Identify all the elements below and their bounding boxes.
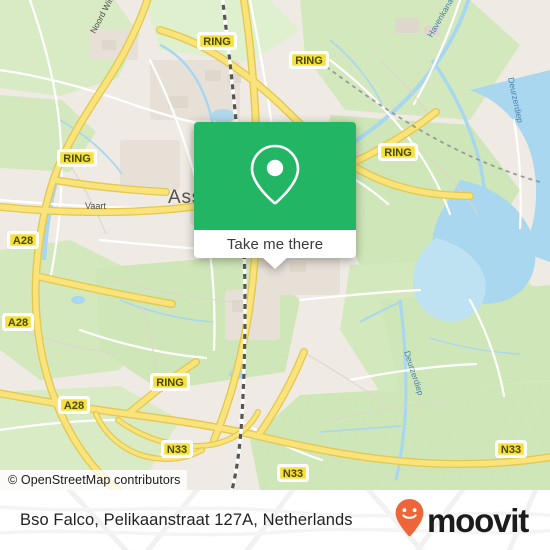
svg-text:A28: A28 — [13, 235, 33, 247]
take-me-there-label: Take me there — [226, 235, 324, 253]
popup-action-area[interactable]: Take me there — [194, 230, 356, 269]
osm-attribution[interactable]: © OpenStreetMap contributors — [0, 470, 187, 490]
svg-text:N33: N33 — [167, 444, 187, 456]
moovit-wordmark: moovit — [427, 501, 529, 539]
svg-text:A28: A28 — [8, 317, 28, 329]
road-shield-n33: N33 — [161, 440, 193, 458]
road-shield-ring: RING — [197, 32, 237, 50]
destination-popup-card[interactable]: Take me there — [194, 122, 356, 269]
road-shield-a28: A28 — [58, 396, 90, 414]
svg-text:RING: RING — [203, 36, 231, 48]
road-shield-a28: A28 — [7, 231, 39, 249]
svg-text:RING: RING — [63, 153, 91, 165]
road-shield-n33: N33 — [277, 464, 309, 482]
moovit-smiley-pin-icon — [394, 498, 425, 543]
osm-attribution-text: © OpenStreetMap contributors — [8, 473, 181, 487]
place-title: Bso Falco, Pelikaanstraat 127A, Netherla… — [20, 510, 353, 529]
svg-text:N33: N33 — [501, 444, 521, 456]
map-label: Vaart — [85, 201, 106, 211]
svg-text:RING: RING — [295, 55, 323, 67]
popup-pointer-tail — [262, 257, 288, 269]
svg-text:RING: RING — [156, 377, 184, 389]
road-shield-a28: A28 — [2, 313, 34, 331]
svg-text:A28: A28 — [64, 400, 84, 412]
footer-bar: Bso Falco, Pelikaanstraat 127A, Netherla… — [0, 490, 550, 550]
svg-text:RING: RING — [384, 147, 412, 159]
svg-text:N33: N33 — [283, 468, 303, 480]
moovit-logo[interactable]: moovit — [394, 498, 529, 543]
road-shield-ring: RING — [289, 51, 329, 69]
road-shield-ring: RING — [378, 143, 418, 161]
map-pin-icon — [247, 142, 303, 211]
moovit-map-screenshot: Noord Willemskanaal Vaart Havenkanaal na… — [0, 0, 550, 550]
road-shield-n33: N33 — [495, 440, 527, 458]
road-shield-ring: RING — [57, 149, 97, 167]
popup-image-area — [194, 122, 356, 230]
road-shield-ring: RING — [150, 373, 190, 391]
